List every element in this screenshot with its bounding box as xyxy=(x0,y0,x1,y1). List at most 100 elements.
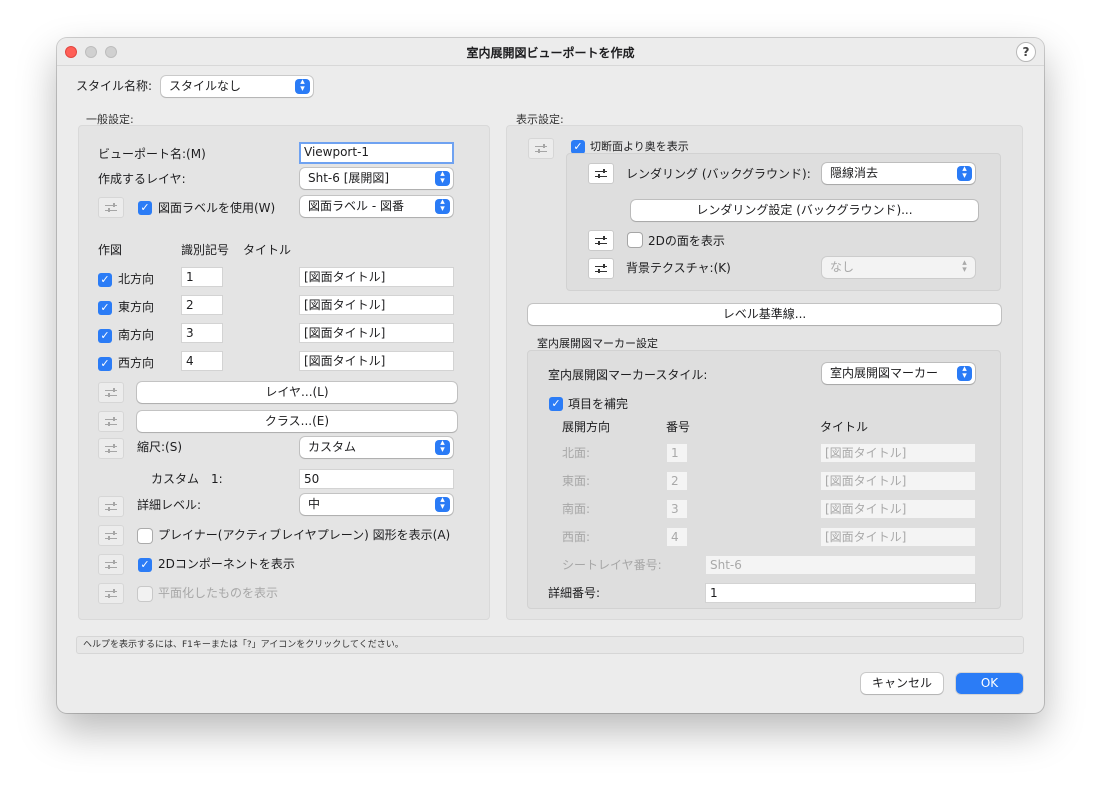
drawing-label-select[interactable]: 図面ラベル - 図番 ▴ ▾ xyxy=(300,196,453,217)
use-drawing-label-text: 図面ラベルを使用(W) xyxy=(158,201,276,215)
detail-level-value: 中 xyxy=(308,497,321,511)
title-bar: 室内展開図ビューポートを作成 ? xyxy=(57,38,1044,66)
classes-button[interactable]: クラス...(E) xyxy=(137,411,457,432)
east-checkbox[interactable]: ✓ xyxy=(98,301,112,315)
marker-style-value: 室内展開図マーカー xyxy=(830,366,939,380)
marker-row-name: 北面: xyxy=(562,446,591,460)
style-name-label: スタイル名称: xyxy=(76,79,153,93)
create-layer-value: Sht-6 [展開図] xyxy=(308,171,390,185)
chevron-updown-icon: ▴ ▾ xyxy=(962,258,967,275)
chevron-updown-icon: ▴ ▾ xyxy=(435,170,450,186)
rendering-value: 隠線消去 xyxy=(830,166,879,180)
chevron-updown-icon: ▴ ▾ xyxy=(295,78,310,94)
scale-value: カスタム xyxy=(308,440,357,454)
show-2d-components-checkbox[interactable]: ✓ xyxy=(138,558,152,572)
style-name-select[interactable]: スタイルなし ▴ ▾ xyxy=(161,76,313,97)
settings-sliders-icon[interactable] xyxy=(98,197,124,218)
style-name-value: スタイルなし xyxy=(169,79,242,93)
show-flattened-checkbox[interactable]: ✓ xyxy=(138,587,152,601)
window-title: 室内展開図ビューポートを作成 xyxy=(466,46,635,60)
bg-texture-select[interactable]: なし ▴ ▾ xyxy=(822,257,975,278)
direction-title-input[interactable]: [図面タイトル] xyxy=(299,351,454,371)
settings-sliders-icon[interactable] xyxy=(528,138,554,159)
scale-select[interactable]: カスタム ▴ ▾ xyxy=(300,437,453,458)
rendering-settings-icon[interactable] xyxy=(588,163,614,184)
settings-sliders-icon[interactable] xyxy=(98,554,124,575)
marker-row-title[interactable]: [図面タイトル] xyxy=(820,443,976,463)
scale-label: 縮尺:(S) xyxy=(137,440,183,454)
show-behind-cut-checkbox[interactable]: ✓ xyxy=(571,140,585,154)
use-drawing-label-checkbox[interactable]: ✓ xyxy=(138,201,152,215)
west-checkbox[interactable]: ✓ xyxy=(98,357,112,371)
custom-scale-input[interactable]: 50 xyxy=(299,469,454,489)
cancel-button[interactable]: キャンセル xyxy=(861,673,943,694)
bg-texture-settings-icon[interactable] xyxy=(588,258,614,279)
sheet-layer-number-input[interactable]: Sht-6 xyxy=(705,555,976,575)
ok-button[interactable]: OK xyxy=(956,673,1023,694)
sheet-layer-number-label: シートレイヤ番号: xyxy=(562,558,662,572)
bg-texture-value: なし xyxy=(830,260,855,274)
marker-row-number[interactable]: 1 xyxy=(666,443,688,463)
marker-row-name: 南面: xyxy=(562,502,591,516)
bg-texture-label: 背景テクスチャ:(K) xyxy=(626,261,731,275)
detail-level-label: 詳細レベル: xyxy=(137,498,202,512)
column-title-heading: タイトル xyxy=(243,243,292,257)
column-direction-heading: 展開方向 xyxy=(562,420,611,434)
direction-id-input[interactable]: 2 xyxy=(181,295,223,315)
rendering-settings-button[interactable]: レンダリング設定 (バックグラウンド)... xyxy=(631,200,978,221)
layers-button[interactable]: レイヤ...(L) xyxy=(137,382,457,403)
direction-id-input[interactable]: 4 xyxy=(181,351,223,371)
chevron-updown-icon: ▴ ▾ xyxy=(957,165,972,181)
complete-items-label: 項目を補完 xyxy=(568,397,629,411)
chevron-updown-icon: ▴ ▾ xyxy=(957,365,972,381)
chevron-updown-icon: ▴ ▾ xyxy=(435,496,450,512)
help-status-bar: ヘルプを表示するには、F1キーまたは「?」アイコンをクリックしてください。 xyxy=(76,636,1024,654)
settings-sliders-icon[interactable] xyxy=(98,411,124,432)
chevron-updown-icon: ▴ ▾ xyxy=(435,439,450,455)
marker-row-number[interactable]: 4 xyxy=(666,527,688,547)
marker-row-name: 西面: xyxy=(562,530,591,544)
marker-row-title[interactable]: [図面タイトル] xyxy=(820,499,976,519)
marker-style-select[interactable]: 室内展開図マーカー ▴ ▾ xyxy=(822,363,975,384)
settings-sliders-icon[interactable] xyxy=(98,583,124,604)
settings-sliders-icon[interactable] xyxy=(98,382,124,403)
direction-title-input[interactable]: [図面タイトル] xyxy=(299,295,454,315)
drawing-label-value: 図面ラベル - 図番 xyxy=(308,199,404,213)
detail-number-label: 詳細番号: xyxy=(548,586,601,600)
viewport-name-input[interactable]: Viewport-1 xyxy=(299,142,454,164)
planar-objects-checkbox[interactable]: ✓ xyxy=(138,529,152,543)
column-title-heading: タイトル xyxy=(820,420,869,434)
north-checkbox[interactable]: ✓ xyxy=(98,273,112,287)
direction-id-input[interactable]: 1 xyxy=(181,267,223,287)
create-layer-select[interactable]: Sht-6 [展開図] ▴ ▾ xyxy=(300,168,453,189)
show-2d-faces-label: 2Dの面を表示 xyxy=(648,234,725,248)
column-number-heading: 番号 xyxy=(666,420,691,434)
detail-number-input[interactable]: 1 xyxy=(705,583,976,603)
custom-scale-label: カスタム 1: xyxy=(151,472,223,486)
rendering-select[interactable]: 隠線消去 ▴ ▾ xyxy=(822,163,975,184)
settings-sliders-icon[interactable] xyxy=(98,525,124,546)
direction-title-input[interactable]: [図面タイトル] xyxy=(299,323,454,343)
south-checkbox[interactable]: ✓ xyxy=(98,329,112,343)
marker-row-number[interactable]: 3 xyxy=(666,499,688,519)
direction-name: 北方向 xyxy=(118,272,155,286)
marker-row-name: 東面: xyxy=(562,474,591,488)
help-button[interactable]: ? xyxy=(1016,42,1036,62)
direction-name: 東方向 xyxy=(118,300,155,314)
marker-row-number[interactable]: 2 xyxy=(666,471,688,491)
chevron-updown-icon: ▴ ▾ xyxy=(435,198,450,214)
direction-id-input[interactable]: 3 xyxy=(181,323,223,343)
column-id-heading: 識別記号 xyxy=(181,243,230,257)
direction-name: 南方向 xyxy=(118,328,155,342)
level-lines-button[interactable]: レベル基準線... xyxy=(528,304,1001,325)
detail-level-select[interactable]: 中 ▴ ▾ xyxy=(300,494,453,515)
settings-sliders-icon[interactable] xyxy=(98,496,124,517)
faces-2d-settings-icon[interactable] xyxy=(588,230,614,251)
settings-sliders-icon[interactable] xyxy=(98,438,124,459)
show-2d-components-label: 2Dコンポーネントを表示 xyxy=(158,557,295,571)
show-2d-faces-checkbox[interactable]: ✓ xyxy=(628,233,642,247)
marker-row-title[interactable]: [図面タイトル] xyxy=(820,527,976,547)
direction-title-input[interactable]: [図面タイトル] xyxy=(299,267,454,287)
marker-row-title[interactable]: [図面タイトル] xyxy=(820,471,976,491)
complete-items-checkbox[interactable]: ✓ xyxy=(549,397,563,411)
